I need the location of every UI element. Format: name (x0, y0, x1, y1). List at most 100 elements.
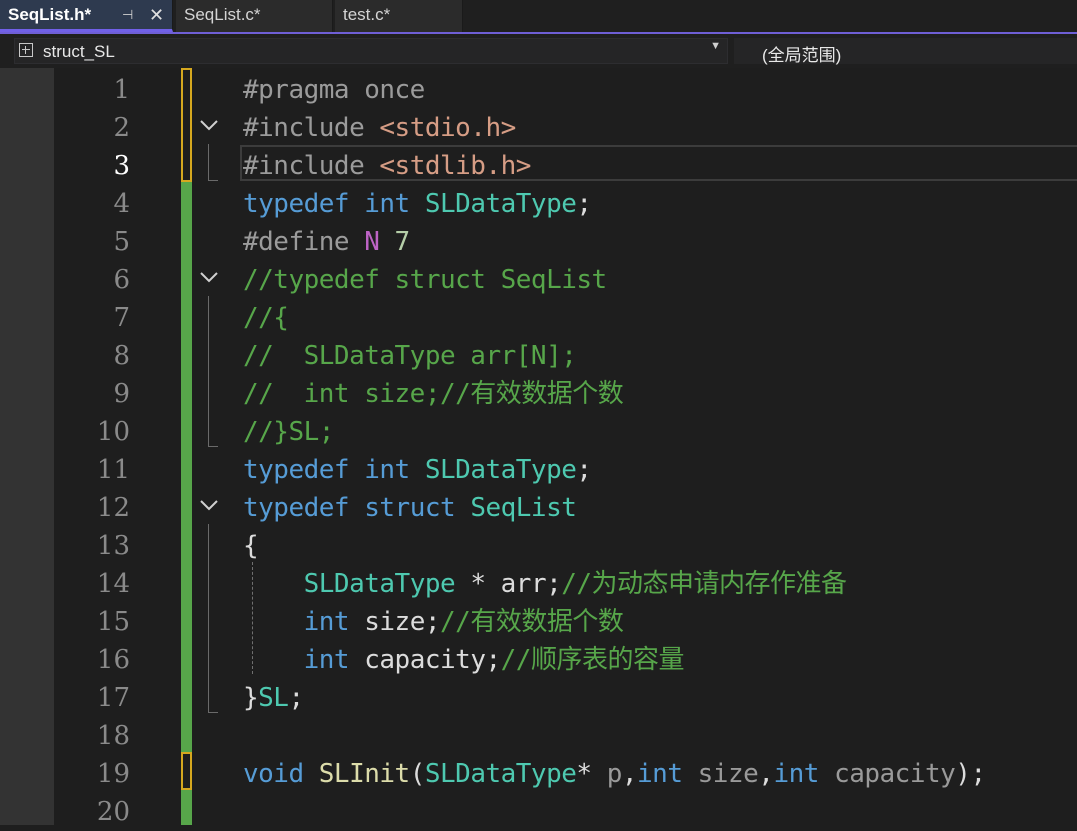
code-token: //}SL; (243, 417, 334, 447)
chevron-down-icon[interactable] (198, 494, 220, 516)
close-icon[interactable]: ✕ (149, 0, 164, 30)
line-number: 9 (113, 379, 130, 409)
line-number: 8 (113, 341, 130, 371)
chevron-down-icon[interactable]: ▼ (710, 40, 721, 52)
line-number: 1 (113, 75, 130, 105)
tab-label: test.c* (343, 5, 391, 24)
code-token: #define (243, 227, 365, 257)
fold-guide (208, 144, 209, 180)
code-token: int (637, 759, 698, 789)
code-token: ; (288, 683, 304, 713)
member-label: (全局范围) (762, 46, 842, 65)
tab-seqlist-h[interactable]: SeqList.h* ⊣ ✕ (0, 0, 173, 32)
code-token: int (364, 455, 425, 485)
code-editor[interactable]: 1 2 3 4 5 6 7 8 9 10 11 12 13 14 15 16 17 18 19 20 #pragma … (0, 68, 1077, 827)
indicator-margin (0, 68, 54, 825)
line-number: 2 (113, 113, 130, 143)
code-line[interactable]: #include <stdio.h> (243, 109, 516, 147)
code-token: #pragma once (243, 75, 425, 105)
line-number: 19 (96, 759, 130, 789)
saved-change-marker (181, 182, 192, 752)
code-line[interactable]: typedef int SLDataType; (243, 185, 592, 223)
code-token: } (243, 683, 259, 713)
line-number-gutter: 1 2 3 4 5 6 7 8 9 10 11 12 13 14 15 16 17 18 19 20 (54, 68, 134, 827)
code-token: int (773, 759, 835, 789)
scope-label: struct_SL (43, 42, 115, 61)
line-number: 4 (113, 189, 130, 219)
code-token: SeqList (470, 493, 577, 523)
code-token: #include (243, 151, 380, 181)
tab-label: SeqList.c* (184, 5, 261, 24)
saved-change-marker (181, 790, 192, 825)
code-line[interactable]: }SL; (243, 679, 304, 717)
struct-icon (19, 43, 33, 57)
code-token: SLDataType (303, 569, 456, 599)
code-token: SLDataType (424, 455, 577, 485)
code-token: ); (955, 759, 986, 789)
code-token: { (243, 531, 259, 561)
code-token: int (364, 189, 425, 219)
code-token: typedef (243, 493, 365, 523)
code-token: N (364, 227, 395, 257)
code-token: int (303, 607, 365, 637)
line-number: 11 (96, 455, 130, 485)
code-line[interactable]: //{ (243, 299, 289, 337)
code-token: //为动态申请内存作准备 (561, 569, 847, 599)
code-token: typedef (243, 455, 365, 485)
code-token: SLDataType (424, 759, 577, 789)
code-token: ; (576, 189, 592, 219)
navigation-bar: struct_SL ▼ (全局范围) (0, 34, 1077, 68)
line-number: 17 (96, 683, 130, 713)
code-line[interactable]: int capacity;//顺序表的容量 (243, 641, 685, 679)
tab-label: SeqList.h* (8, 5, 92, 24)
line-number: 14 (96, 569, 130, 599)
code-token: size; (364, 607, 441, 637)
chevron-down-icon[interactable] (198, 114, 220, 136)
code-token: //typedef struct SeqList (243, 265, 607, 295)
code-token: SLInit (318, 759, 410, 789)
code-line[interactable]: #pragma once (243, 71, 425, 109)
pin-icon[interactable]: ⊣ (122, 0, 133, 30)
code-token: capacity (834, 759, 956, 789)
line-number: 5 (113, 227, 130, 257)
line-number: 12 (96, 493, 130, 523)
code-token: <stdio.h> (379, 113, 516, 143)
code-token: * (576, 759, 607, 789)
code-line[interactable]: typedef struct SeqList (243, 489, 577, 527)
code-token: // int size;//有效数据个数 (243, 379, 624, 409)
code-token: //顺序表的容量 (500, 645, 685, 675)
code-line[interactable]: { (243, 527, 259, 565)
code-line[interactable]: //typedef struct SeqList (243, 261, 607, 299)
code-token: ( (409, 759, 426, 789)
fold-guide (208, 524, 209, 712)
code-token: int (303, 645, 365, 675)
code-line[interactable]: int size;//有效数据个数 (243, 603, 624, 641)
line-number: 15 (96, 607, 130, 637)
code-token: typedef (243, 189, 365, 219)
code-line[interactable]: //}SL; (243, 413, 334, 451)
code-token: size (697, 759, 759, 789)
code-line[interactable]: #include <stdlib.h> (243, 147, 531, 185)
tab-test-c[interactable]: test.c* (335, 0, 463, 32)
code-line[interactable]: SLDataType * arr;//为动态申请内存作准备 (243, 565, 847, 603)
code-token: , (621, 759, 638, 789)
tab-seqlist-c[interactable]: SeqList.c* (176, 0, 333, 32)
chevron-down-icon[interactable] (198, 266, 220, 288)
member-dropdown[interactable]: (全局范围) (734, 38, 1077, 65)
line-number: 6 (113, 265, 130, 295)
code-line[interactable]: // SLDataType arr[N]; (243, 337, 577, 375)
code-token: p (606, 759, 623, 789)
code-token: ; (576, 455, 592, 485)
scope-dropdown[interactable]: struct_SL ▼ (14, 38, 728, 64)
line-number: 20 (96, 797, 130, 827)
line-number: 7 (113, 303, 130, 333)
code-token: struct (364, 493, 471, 523)
code-line[interactable]: #define N 7 (243, 223, 410, 261)
code-line[interactable]: typedef int SLDataType; (243, 451, 592, 489)
code-token: SL (258, 683, 289, 713)
code-line[interactable]: // int size;//有效数据个数 (243, 375, 624, 413)
code-line[interactable]: void SLInit(SLDataType* p,int size,int c… (243, 755, 986, 793)
